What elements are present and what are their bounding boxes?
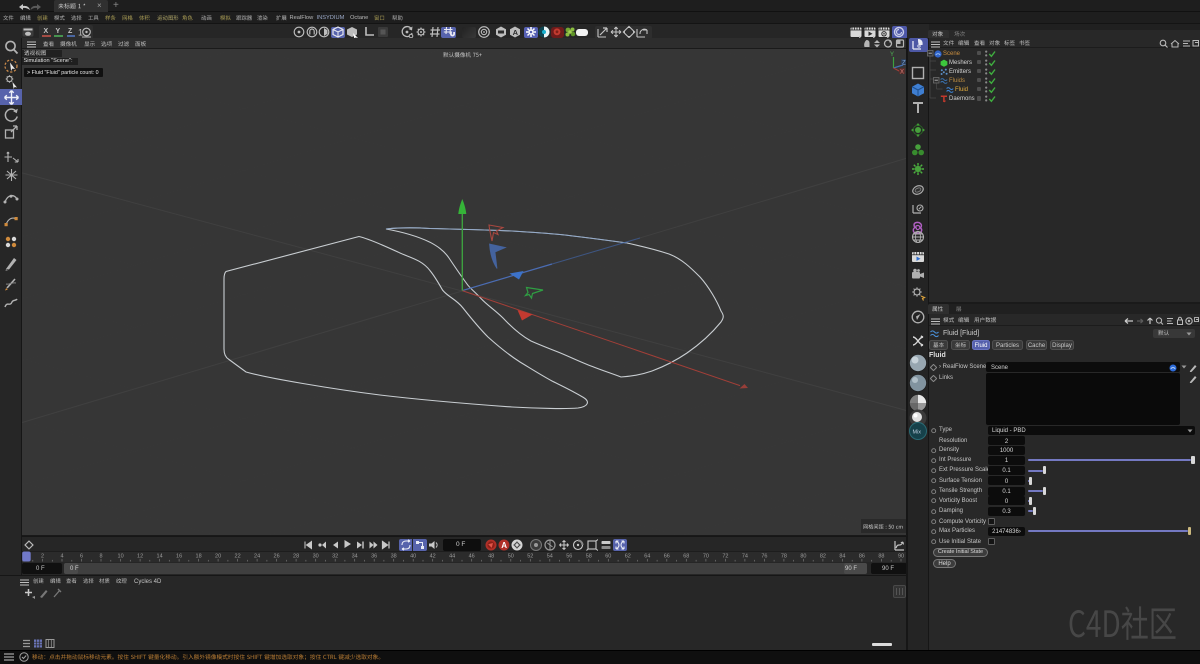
svg-text:54: 54 xyxy=(547,554,553,560)
svg-text:66: 66 xyxy=(664,554,670,560)
svg-text:76: 76 xyxy=(761,554,767,560)
svg-text:42: 42 xyxy=(430,554,436,560)
svg-text:88: 88 xyxy=(878,554,884,560)
svg-text:78: 78 xyxy=(781,554,787,560)
svg-text:72: 72 xyxy=(722,554,728,560)
svg-text:36: 36 xyxy=(371,554,377,560)
svg-text:10: 10 xyxy=(118,554,124,560)
svg-text:34: 34 xyxy=(352,554,358,560)
svg-text:64: 64 xyxy=(644,554,650,560)
svg-text:16: 16 xyxy=(176,554,182,560)
svg-text:26: 26 xyxy=(274,554,280,560)
svg-text:62: 62 xyxy=(625,554,631,560)
svg-text:52: 52 xyxy=(527,554,533,560)
svg-text:A: A xyxy=(501,540,507,549)
svg-text:60: 60 xyxy=(605,554,611,560)
svg-text:70: 70 xyxy=(703,554,709,560)
svg-text:32: 32 xyxy=(332,554,338,560)
svg-text:84: 84 xyxy=(839,554,845,560)
svg-text:48: 48 xyxy=(488,554,494,560)
svg-text:6: 6 xyxy=(80,554,83,560)
svg-text:30: 30 xyxy=(313,554,319,560)
svg-text:24: 24 xyxy=(254,554,260,560)
svg-text:28: 28 xyxy=(293,554,299,560)
svg-text:22: 22 xyxy=(235,554,241,560)
svg-text:46: 46 xyxy=(469,554,475,560)
svg-text:12: 12 xyxy=(137,554,143,560)
svg-text:80: 80 xyxy=(800,554,806,560)
svg-text:58: 58 xyxy=(586,554,592,560)
svg-text:4: 4 xyxy=(60,554,63,560)
svg-text:56: 56 xyxy=(566,554,572,560)
svg-text:82: 82 xyxy=(820,554,826,560)
svg-text:74: 74 xyxy=(742,554,748,560)
svg-text:20: 20 xyxy=(215,554,221,560)
svg-text:38: 38 xyxy=(391,554,397,560)
svg-text:68: 68 xyxy=(683,554,689,560)
svg-text:90: 90 xyxy=(898,554,904,560)
svg-text:14: 14 xyxy=(157,554,163,560)
svg-text:40: 40 xyxy=(410,554,416,560)
svg-text:86: 86 xyxy=(859,554,865,560)
svg-text:18: 18 xyxy=(196,554,202,560)
svg-text:44: 44 xyxy=(449,554,455,560)
svg-text:50: 50 xyxy=(508,554,514,560)
svg-text:8: 8 xyxy=(99,554,102,560)
svg-text:A: A xyxy=(512,28,518,37)
svg-text:X: X xyxy=(900,70,904,76)
svg-text:2: 2 xyxy=(41,554,44,560)
svg-text:Mix: Mix xyxy=(913,430,922,436)
